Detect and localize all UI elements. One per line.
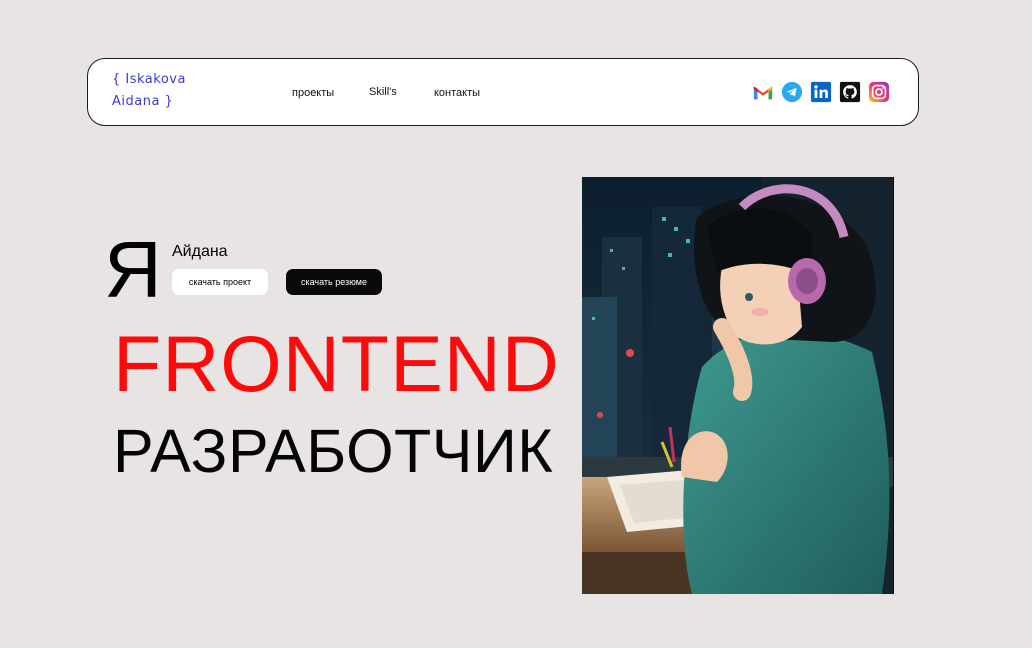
- logo-line-2: Aidana }: [112, 94, 174, 109]
- download-project-button[interactable]: скачать проект: [172, 269, 268, 295]
- nav-link-skills[interactable]: Skill's: [369, 86, 397, 98]
- instagram-icon[interactable]: [868, 81, 890, 103]
- logo-line-1: { Iskakova: [112, 72, 186, 87]
- hero-illustration: [582, 177, 894, 594]
- logo[interactable]: { Iskakova Aidana }: [112, 69, 186, 113]
- social-links: [752, 81, 890, 103]
- header-navbar: { Iskakova Aidana } проекты Skill's конт…: [87, 58, 919, 126]
- hero-name: Айдана: [172, 243, 228, 260]
- hero-title-developer: РАЗРАБОТЧИК: [113, 417, 554, 485]
- hero-title-frontend: FRONTEND: [113, 319, 560, 408]
- hero-ya: Я: [104, 225, 162, 314]
- telegram-icon[interactable]: [781, 81, 803, 103]
- nav-link-contacts[interactable]: контакты: [434, 87, 480, 99]
- nav-link-projects[interactable]: проекты: [292, 87, 334, 99]
- linkedin-icon[interactable]: [810, 81, 832, 103]
- download-resume-button[interactable]: скачать резюме: [286, 269, 382, 295]
- gmail-icon[interactable]: [752, 81, 774, 103]
- github-icon[interactable]: [839, 81, 861, 103]
